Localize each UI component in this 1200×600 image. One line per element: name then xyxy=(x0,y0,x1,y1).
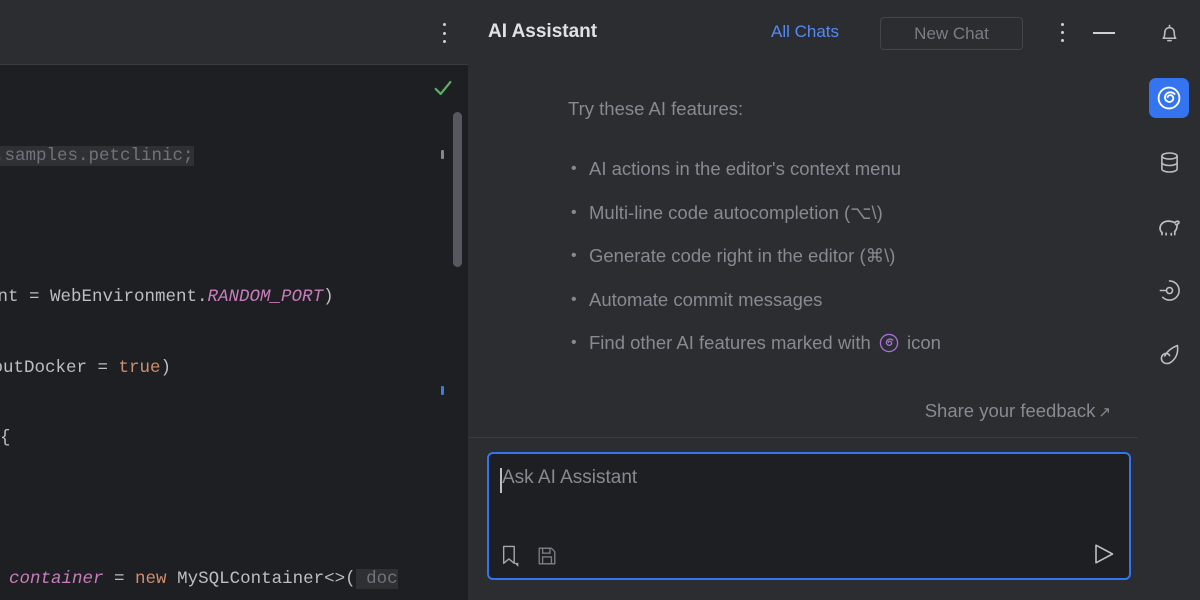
list-item: Automate commit messages xyxy=(568,286,941,330)
list-item: Generate code right in the editor (⌘\) xyxy=(568,242,941,286)
panel-header: AI Assistant All Chats New Chat xyxy=(468,0,1138,65)
more-vertical-icon[interactable] xyxy=(442,23,446,43)
sidebar-item-notifications[interactable] xyxy=(1149,12,1189,52)
send-arrow-icon[interactable] xyxy=(1091,542,1117,566)
code-line: houtDocker = true) xyxy=(0,357,171,379)
panel-divider xyxy=(468,437,1138,438)
right-toolbar xyxy=(1138,0,1200,600)
chat-input-placeholder: Ask AI Assistant xyxy=(502,467,637,489)
editor-toolbar xyxy=(0,0,468,65)
features-list: AI actions in the editor's context menu … xyxy=(568,155,941,373)
app-window: .samples.petclinic; ent = WebEnvironment… xyxy=(0,0,1200,600)
code-editor: .samples.petclinic; ent = WebEnvironment… xyxy=(0,0,468,600)
all-chats-link[interactable]: All Chats xyxy=(771,22,839,42)
sidebar-item-database[interactable] xyxy=(1149,142,1189,182)
editor-marker xyxy=(441,386,444,395)
code-line: ent = WebEnvironment.RANDOM_PORT) xyxy=(0,286,334,308)
source-code: .samples.petclinic; ent = WebEnvironment… xyxy=(0,65,440,600)
ai-spiral-icon xyxy=(1156,85,1182,111)
elephant-postgres-icon xyxy=(1156,213,1183,240)
database-icon xyxy=(1157,150,1182,175)
panel-content: Try these AI features: AI actions in the… xyxy=(468,65,1138,437)
sidebar-item-spring[interactable] xyxy=(1149,334,1189,374)
editor-marker xyxy=(441,150,444,159)
minimize-icon[interactable] xyxy=(1093,32,1115,34)
endpoints-target-icon xyxy=(1157,278,1182,303)
ai-spiral-icon xyxy=(879,333,899,353)
editor-scrollbar[interactable] xyxy=(453,112,462,267)
sidebar-item-ai-assistant[interactable] xyxy=(1149,78,1189,118)
list-item: Multi-line code autocompletion (⌥\) xyxy=(568,199,941,243)
ai-assistant-panel: AI Assistant All Chats New Chat Try thes… xyxy=(468,0,1138,600)
save-floppy-icon[interactable] xyxy=(536,544,558,568)
sidebar-item-database-tools[interactable] xyxy=(1149,206,1189,246)
code-line: > container = new MySQLContainer<>( doc xyxy=(0,568,398,590)
more-vertical-icon[interactable] xyxy=(1060,23,1064,42)
code-line: .samples.petclinic; xyxy=(0,145,194,167)
list-item: Find other AI features marked with icon xyxy=(568,329,941,373)
chat-input-container[interactable]: Ask AI Assistant xyxy=(487,452,1131,580)
bell-notifications-icon xyxy=(1157,20,1182,45)
chat-input-toolbar xyxy=(500,544,558,568)
sidebar-item-endpoints[interactable] xyxy=(1149,270,1189,310)
list-item: AI actions in the editor's context menu xyxy=(568,155,941,199)
share-feedback-link[interactable]: Share your feedback↗ xyxy=(925,400,1111,422)
code-line: { xyxy=(0,427,11,449)
new-chat-button[interactable]: New Chat xyxy=(880,17,1023,50)
share-feedback-label: Share your feedback xyxy=(925,400,1096,421)
list-item-text-before: Find other AI features marked with xyxy=(589,332,876,353)
page-title: AI Assistant xyxy=(488,21,597,43)
list-item-text-after: icon xyxy=(902,332,941,353)
editor-text-area[interactable]: .samples.petclinic; ent = WebEnvironment… xyxy=(0,65,468,600)
external-link-icon: ↗ xyxy=(1098,403,1111,421)
leaf-spring-icon xyxy=(1157,342,1182,367)
bookmark-context-icon[interactable] xyxy=(500,544,522,568)
features-heading: Try these AI features: xyxy=(568,98,743,120)
